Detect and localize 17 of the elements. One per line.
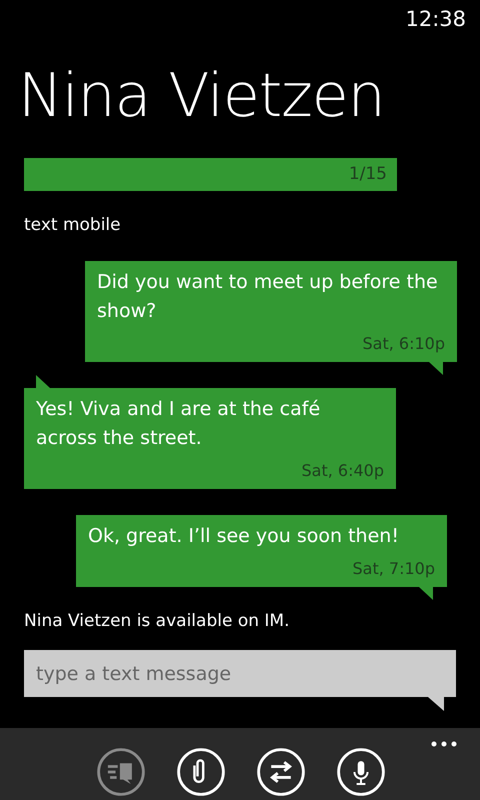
- presence-text: Nina Vietzen is available on IM.: [24, 610, 290, 630]
- paperclip-icon[interactable]: [177, 748, 225, 796]
- microphone-icon[interactable]: [337, 748, 385, 796]
- contact-name: Nina Vietzen: [18, 64, 385, 128]
- message-time: Sat, 6:10p: [362, 332, 445, 354]
- more-icon[interactable]: [431, 741, 457, 747]
- message-time: Sat, 7:10p: [352, 558, 435, 580]
- message-counter: 1/15: [348, 162, 387, 186]
- message-text: Did you want to meet up before the show?: [97, 270, 439, 324]
- swap-arrows-icon[interactable]: [257, 748, 305, 796]
- message-time: Sat, 6:40p: [302, 460, 384, 482]
- input-tail-icon: [428, 697, 444, 711]
- clock-time: 12:38: [405, 6, 466, 33]
- message-text: Yes! Viva and I are at the café across the street.: [36, 396, 322, 450]
- message-input[interactable]: type a text message: [24, 650, 456, 697]
- message-text: Ok, great. I’ll see you soon then!: [88, 524, 400, 548]
- channel-label: text mobile: [24, 215, 121, 235]
